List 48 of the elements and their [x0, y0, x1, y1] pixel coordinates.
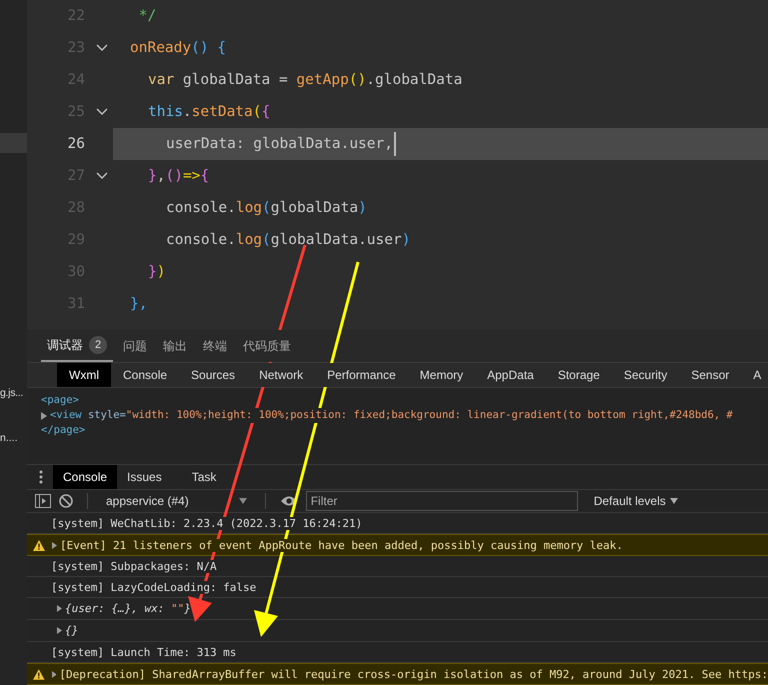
expand-triangle-icon[interactable] [52, 670, 56, 678]
log-message: [system] LazyCodeLoading: false [51, 580, 256, 594]
log-message: [system] WeChatLib: 2.23.4 (2022.3.17 16:24:21) [51, 516, 362, 530]
chevron-down-icon[interactable] [96, 172, 108, 180]
log-message: [system] Launch Time: 313 ms [51, 646, 236, 658]
log-message: [system] Subpackages: N/A [51, 560, 217, 572]
filter-field[interactable]: Filter [306, 490, 578, 511]
expand-triangle-icon[interactable] [41, 412, 47, 420]
xml-element: <view style="width: 100%;height: 100%;position: fixed;background: linear-gradient(to bottom right,#248bd6, # [50, 408, 733, 423]
warning-message: [Deprecation] SharedArrayBuffer will require cross-origin isolation as of M92, around July 2021. See https: [59, 668, 768, 680]
context-select[interactable]: appservice (#4) [102, 494, 251, 508]
devtools-tab[interactable]: Wxml [57, 363, 111, 387]
code-line: }, [130, 296, 148, 312]
code-line: var globalData = getApp().globalData [148, 72, 462, 88]
warning-message: [Event] 21 listeners of event AppRoute have been added, possibly causing memory leak. [60, 538, 623, 552]
logged-object: {} [65, 624, 78, 637]
expand-triangle-icon[interactable] [57, 627, 62, 634]
code-line: */ [138, 8, 156, 24]
drawer-tab[interactable]: Console [53, 464, 118, 489]
drawer-tab[interactable]: Task [172, 464, 226, 489]
dropdown-caret-icon [238, 498, 247, 504]
code-line: console.log(globalData.user) [166, 232, 410, 248]
more-vertical-icon[interactable] [39, 470, 43, 484]
code-line: console.log(globalData) [166, 200, 367, 216]
text-cursor [394, 132, 396, 156]
sidebar-item[interactable]: n.... [0, 428, 27, 448]
code-line: userData: globalData.user, [166, 136, 393, 152]
code-line: this.setData({ [148, 104, 270, 120]
code-line: }) [148, 264, 166, 280]
warning-icon [33, 540, 45, 550]
xml-tag: </page> [41, 423, 86, 438]
logged-object: {user: {…}, wx: ""} [65, 602, 191, 615]
line-number: 26 [66, 136, 85, 152]
expand-triangle-icon[interactable] [52, 542, 57, 548]
sidebar-toggle-icon[interactable] [35, 494, 51, 508]
clear-console-icon[interactable] [59, 494, 73, 508]
code-line: onReady() { [130, 40, 226, 56]
xml-tag: <page> [41, 393, 79, 408]
drawer-tab[interactable]: Issues [117, 464, 172, 489]
chevron-down-icon[interactable] [96, 44, 108, 52]
code-line: },()=>{ [148, 168, 210, 184]
levels-dropdown[interactable]: Default levels [594, 494, 678, 508]
count-badge: 2 [89, 336, 107, 354]
warning-icon [33, 668, 45, 680]
dropdown-caret-icon [670, 498, 678, 504]
sidebar-item[interactable]: g.js... [0, 383, 27, 403]
expand-triangle-icon[interactable] [57, 605, 62, 612]
chevron-down-icon[interactable] [96, 108, 108, 116]
